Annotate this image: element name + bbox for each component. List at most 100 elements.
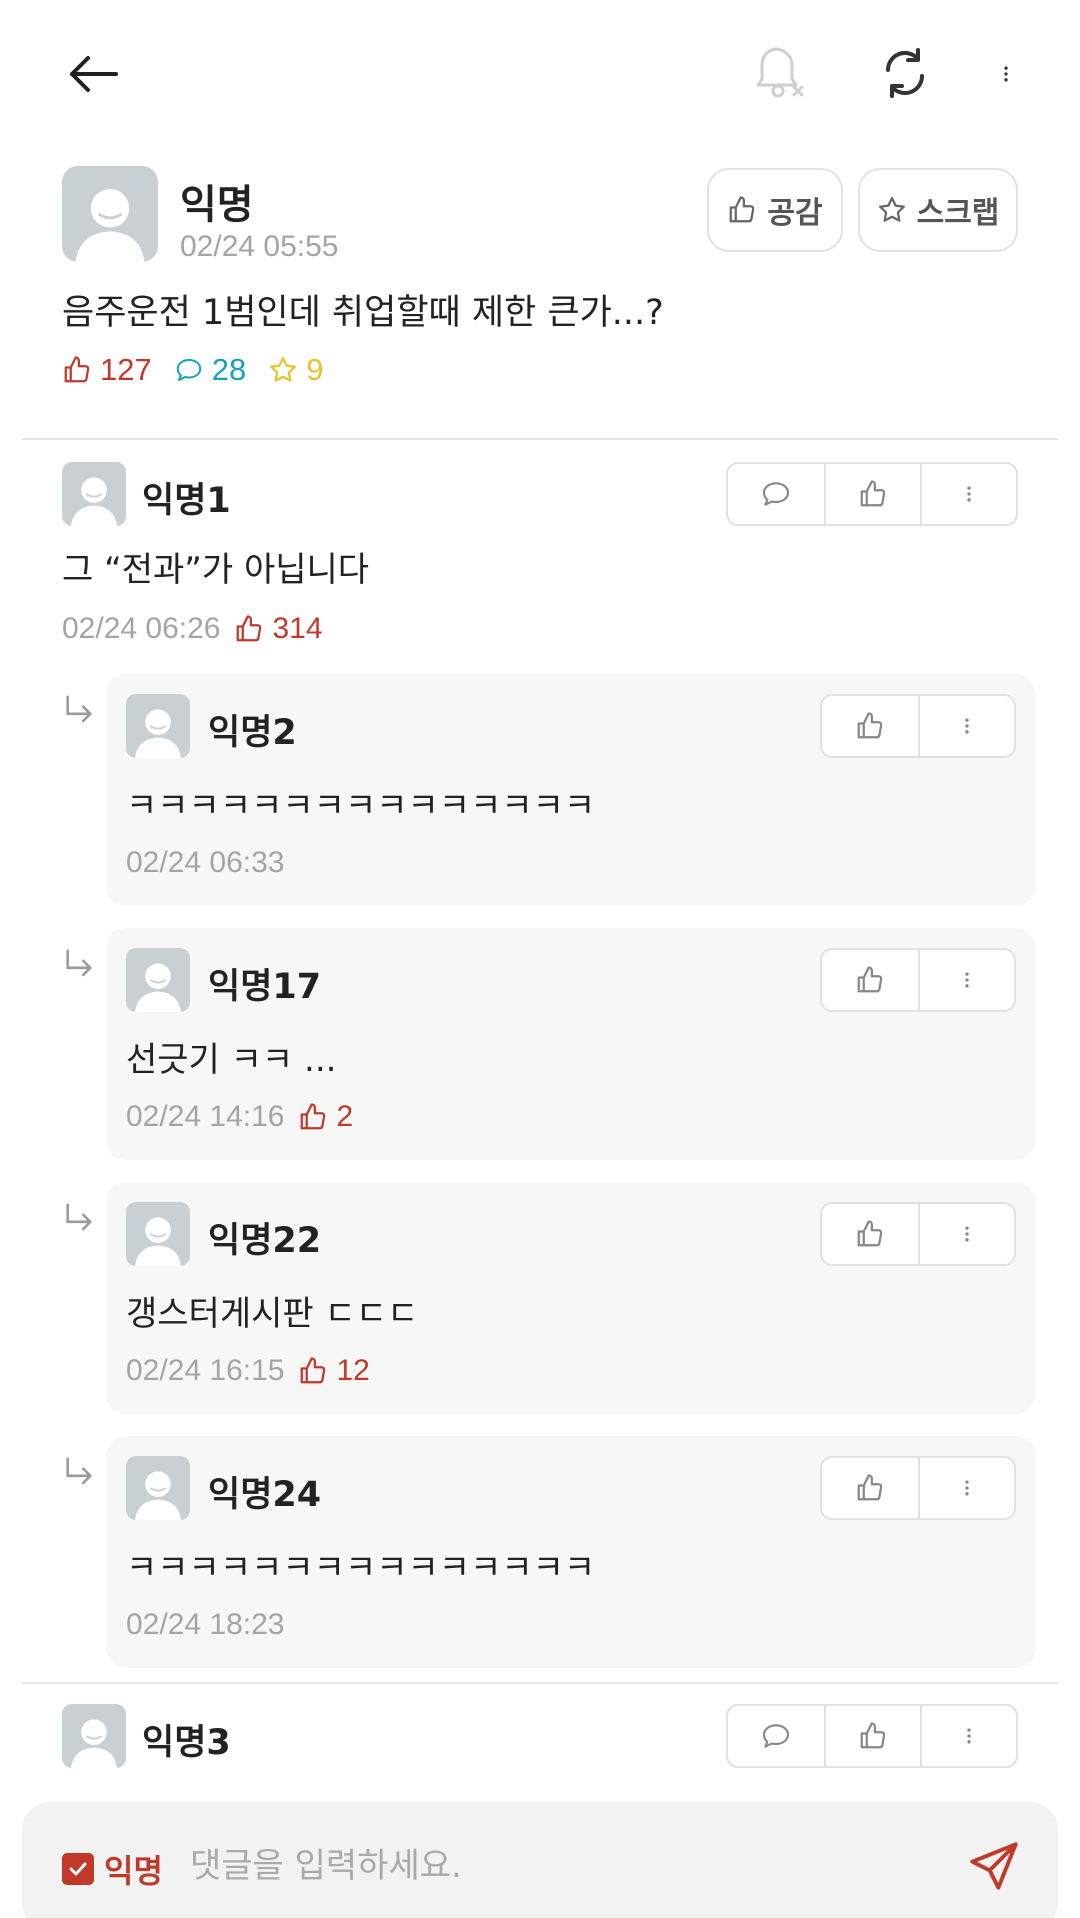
- comment-meta: 02/24 06:26 314: [62, 612, 323, 646]
- comment-more-button[interactable]: [920, 1706, 1016, 1766]
- comment-like-button[interactable]: [824, 1706, 920, 1766]
- comment-like-count: 314: [272, 612, 323, 645]
- reply-body: 선긋기 ㅋㅋ ...: [126, 1040, 337, 1080]
- comment-time: 02/24 06:26: [62, 612, 221, 645]
- comment-author: 익명1: [142, 481, 231, 521]
- reply-time: 02/24 18:23: [126, 1608, 285, 1641]
- reply-like-count: 2: [336, 1100, 354, 1133]
- reply-actions: [820, 694, 1016, 758]
- reply-like-button[interactable]: [822, 696, 918, 756]
- reply-author: 익명22: [208, 1221, 322, 1261]
- comment-count-value: 28: [211, 352, 247, 387]
- reply-time: 02/24 14:16: [126, 1100, 285, 1133]
- like-button[interactable]: 공감: [707, 168, 843, 252]
- reply-more-button[interactable]: [918, 1204, 1014, 1264]
- thumbs-up-icon: [298, 1356, 328, 1386]
- send-icon[interactable]: [964, 1836, 1024, 1896]
- reply-like-button[interactable]: [822, 1458, 918, 1518]
- avatar: [126, 1202, 190, 1266]
- reply-author: 익명17: [208, 967, 322, 1007]
- comment-author: 익명3: [142, 1723, 231, 1763]
- comment-input-bar: 익명: [22, 1802, 1058, 1918]
- reply-button[interactable]: [728, 464, 824, 524]
- scrap-count: 9: [268, 352, 323, 388]
- star-icon: [268, 355, 298, 385]
- reply: 익명22 갱스터게시판 ㄷㄷㄷ 02/24 16:15 12: [106, 1182, 1036, 1414]
- reply-more-button[interactable]: [918, 696, 1014, 756]
- reply-meta: 02/24 18:23: [126, 1608, 284, 1642]
- comment-more-button[interactable]: [920, 464, 1016, 524]
- avatar: [126, 1456, 190, 1520]
- reply-button[interactable]: [728, 1706, 824, 1766]
- comment-likes: 314: [234, 612, 323, 646]
- star-icon: [877, 195, 907, 225]
- scrap-button[interactable]: 스크랩: [858, 168, 1018, 252]
- scrap-button-label: 스크랩: [916, 196, 1000, 231]
- back-arrow-icon[interactable]: [60, 44, 126, 104]
- reply-meta: 02/24 06:33: [126, 846, 284, 880]
- post-title: 음주운전 1범인데 취업할때 제한 큰가...?: [62, 293, 664, 333]
- reply-author: 익명2: [208, 713, 297, 753]
- reply-arrow-icon: [62, 694, 96, 728]
- thumbs-up-icon: [298, 1102, 328, 1132]
- divider: [22, 438, 1058, 440]
- comment-actions: [726, 462, 1018, 526]
- comment-count: 28: [174, 352, 246, 388]
- post-author: 익명: [180, 182, 254, 228]
- reply-time: 02/24 16:15: [126, 1354, 285, 1387]
- reply-body: 갱스터게시판 ㄷㄷㄷ: [126, 1294, 419, 1334]
- thumbs-up-icon: [727, 195, 757, 225]
- thumbs-up-icon: [62, 355, 92, 385]
- post-stats: 127 28 9: [62, 352, 323, 388]
- comment-like-button[interactable]: [824, 464, 920, 524]
- post-header: 익명 02/24 05:55 공감 스크랩 음주운전 1범인데 취업할때 제한 …: [62, 166, 1018, 406]
- notification-off-icon[interactable]: [746, 40, 816, 106]
- reply-time: 02/24 06:33: [126, 846, 285, 879]
- comment-input[interactable]: [190, 1830, 930, 1902]
- comment-body: 그 “전과”가 아닙니다: [62, 550, 370, 590]
- reply-meta: 02/24 14:16 2: [126, 1100, 353, 1134]
- reply-author: 익명24: [208, 1475, 322, 1515]
- reply-more-button[interactable]: [918, 950, 1014, 1010]
- avatar: [126, 948, 190, 1012]
- reply-likes: 2: [298, 1100, 353, 1134]
- reply-actions: [820, 948, 1016, 1012]
- like-count-value: 127: [100, 352, 152, 387]
- reply-more-button[interactable]: [918, 1458, 1014, 1518]
- reply-like-button[interactable]: [822, 950, 918, 1010]
- avatar: [62, 166, 158, 262]
- comment-actions: [726, 1704, 1018, 1768]
- checkbox-checked-icon[interactable]: [62, 1853, 94, 1885]
- reply: 익명24 ㅋㅋㅋㅋㅋㅋㅋㅋㅋㅋㅋㅋㅋㅋㅋ 02/24 18:23: [106, 1436, 1036, 1668]
- avatar: [62, 1704, 126, 1768]
- reply-body: ㅋㅋㅋㅋㅋㅋㅋㅋㅋㅋㅋㅋㅋㅋㅋ: [126, 1548, 596, 1588]
- reply-arrow-icon: [62, 948, 96, 982]
- anonymous-label: 익명: [104, 1852, 163, 1890]
- like-button-label: 공감: [767, 196, 823, 231]
- reply-body: ㅋㅋㅋㅋㅋㅋㅋㅋㅋㅋㅋㅋㅋㅋㅋ: [126, 786, 596, 826]
- comment: 익명3: [62, 1704, 1018, 1784]
- reply-actions: [820, 1202, 1016, 1266]
- reply: 익명17 선긋기 ㅋㅋ ... 02/24 14:16 2: [106, 928, 1036, 1160]
- post-time: 02/24 05:55: [180, 230, 339, 263]
- comment: 익명1 그 “전과”가 아닙니다 02/24 06:26 314: [62, 462, 1018, 662]
- reply-actions: [820, 1456, 1016, 1520]
- top-bar: [0, 0, 1080, 150]
- reply-arrow-icon: [62, 1456, 96, 1490]
- comment-icon: [174, 355, 204, 385]
- reply-arrow-icon: [62, 1202, 96, 1236]
- reply-meta: 02/24 16:15 12: [126, 1354, 370, 1388]
- thumbs-up-icon: [234, 614, 264, 644]
- scrap-count-value: 9: [306, 352, 324, 387]
- avatar: [126, 694, 190, 758]
- reply-likes: 12: [298, 1354, 370, 1388]
- refresh-icon[interactable]: [870, 40, 940, 106]
- like-count: 127: [62, 352, 152, 388]
- more-vertical-icon[interactable]: [986, 44, 1026, 104]
- avatar: [62, 462, 126, 526]
- reply-like-count: 12: [336, 1354, 370, 1387]
- anonymous-toggle[interactable]: 익명: [62, 1846, 163, 1892]
- reply: 익명2 ㅋㅋㅋㅋㅋㅋㅋㅋㅋㅋㅋㅋㅋㅋㅋ 02/24 06:33: [106, 674, 1036, 906]
- reply-like-button[interactable]: [822, 1204, 918, 1264]
- divider: [22, 1682, 1058, 1684]
